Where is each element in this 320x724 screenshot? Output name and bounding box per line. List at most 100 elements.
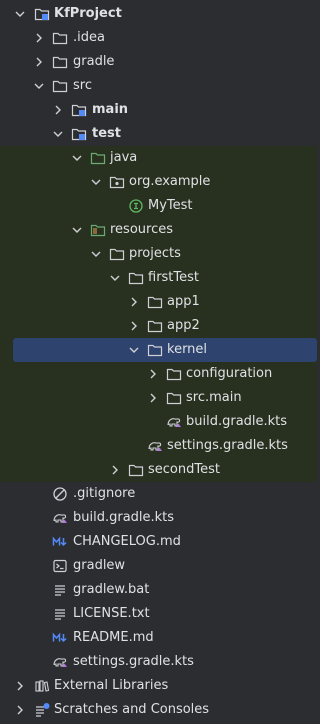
tree-item-gradle[interactable]: gradle — [0, 50, 317, 74]
tree-item-firsttest[interactable]: firstTest — [0, 266, 317, 290]
chevron-right-icon[interactable] — [32, 55, 46, 69]
tree-item-resources[interactable]: resources — [0, 218, 317, 242]
tree-item-label: MyTest — [148, 198, 193, 213]
tree-item-label: settings.gradle.kts — [73, 654, 194, 669]
tree-item-projects[interactable]: projects — [0, 242, 317, 266]
test-sources-folder-icon — [90, 150, 106, 166]
chevron-right-icon[interactable] — [146, 367, 160, 381]
project-tree: KfProject .idea gradle src main test jav… — [0, 0, 317, 724]
tree-item-label: .idea — [73, 30, 105, 45]
scratches-icon — [34, 702, 50, 718]
tree-item-label: External Libraries — [54, 678, 169, 693]
chevron-down-icon[interactable] — [127, 343, 141, 357]
folder-icon — [166, 366, 182, 382]
tree-item-test[interactable]: test — [0, 122, 317, 146]
gradle-icon — [147, 438, 163, 454]
tree-item-idea[interactable]: .idea — [0, 26, 317, 50]
folder-icon — [109, 246, 125, 262]
chevron-down-icon[interactable] — [70, 223, 84, 237]
tree-item-src-main[interactable]: src.main — [0, 386, 317, 410]
folder-icon — [128, 270, 144, 286]
tree-item-app2[interactable]: app2 — [0, 314, 317, 338]
chevron-down-icon[interactable] — [89, 247, 103, 261]
text-file-icon — [52, 606, 68, 622]
tree-item-label: projects — [129, 246, 181, 261]
folder-icon — [147, 342, 163, 358]
gradle-icon — [52, 510, 68, 526]
tree-item-label: .gitignore — [73, 486, 136, 501]
chevron-down-icon[interactable] — [89, 175, 103, 189]
tree-item-license[interactable]: LICENSE.txt — [0, 602, 317, 626]
chevron-down-icon[interactable] — [32, 79, 46, 93]
tree-item-gitignore[interactable]: .gitignore — [0, 482, 317, 506]
tree-item-label: src.main — [186, 390, 242, 405]
package-icon — [109, 174, 125, 190]
tree-item-gradlew[interactable]: gradlew — [0, 554, 317, 578]
chevron-right-icon[interactable] — [51, 103, 65, 117]
tree-item-label: configuration — [186, 366, 273, 381]
tree-item-label: main — [92, 102, 129, 117]
terminal-file-icon — [52, 558, 68, 574]
folder-icon — [147, 294, 163, 310]
tree-item-secondtest[interactable]: secondTest — [0, 458, 317, 482]
tree-item-label: gradlew — [73, 558, 126, 573]
text-file-icon — [52, 582, 68, 598]
folder-icon — [52, 54, 68, 70]
tree-item-label: build.gradle.kts — [73, 510, 175, 525]
tree-item-main[interactable]: main — [0, 98, 317, 122]
tree-item-label: gradle — [73, 54, 115, 69]
tree-item-build-gradle-kts-root[interactable]: build.gradle.kts — [0, 506, 317, 530]
tree-item-label: src — [73, 78, 92, 93]
tree-item-java[interactable]: java — [0, 146, 317, 170]
chevron-down-icon[interactable] — [108, 271, 122, 285]
chevron-right-icon[interactable] — [32, 31, 46, 45]
markdown-icon — [52, 630, 68, 646]
tree-item-label: KfProject — [54, 6, 122, 21]
chevron-down-icon[interactable] — [13, 7, 27, 21]
tree-item-settings-gradle-kts-root[interactable]: settings.gradle.kts — [0, 650, 317, 674]
folder-icon — [128, 462, 144, 478]
folder-icon — [52, 30, 68, 46]
tree-item-label: settings.gradle.kts — [167, 438, 288, 453]
tree-item-kfproject[interactable]: KfProject — [0, 2, 317, 26]
chevron-right-icon[interactable] — [146, 391, 160, 405]
tree-item-kernel[interactable]: kernel — [13, 338, 317, 362]
folder-icon — [52, 78, 68, 94]
tree-item-changelog[interactable]: CHANGELOG.md — [0, 530, 317, 554]
tree-item-gradlew-bat[interactable]: gradlew.bat — [0, 578, 317, 602]
tree-item-build-gradle-kts[interactable]: build.gradle.kts — [0, 410, 317, 434]
ignore-file-icon — [52, 486, 68, 502]
chevron-right-icon[interactable] — [127, 295, 141, 309]
tree-item-settings-gradle-kts[interactable]: settings.gradle.kts — [0, 434, 317, 458]
gradle-icon — [166, 414, 182, 430]
tree-item-app1[interactable]: app1 — [0, 290, 317, 314]
tree-item-configuration[interactable]: configuration — [0, 362, 317, 386]
chevron-right-icon[interactable] — [108, 463, 122, 477]
module-folder-icon — [71, 102, 87, 118]
tree-item-label: java — [110, 150, 138, 165]
tree-item-label: gradlew.bat — [73, 582, 150, 597]
chevron-right-icon[interactable] — [127, 319, 141, 333]
tree-item-label: build.gradle.kts — [186, 414, 288, 429]
library-icon — [34, 678, 50, 694]
chevron-right-icon[interactable] — [13, 679, 27, 693]
tree-item-src[interactable]: src — [0, 74, 317, 98]
tree-item-label: secondTest — [148, 462, 220, 477]
tree-item-mytest[interactable]: MyTest — [0, 194, 317, 218]
module-folder-icon — [34, 6, 50, 22]
tree-item-label: LICENSE.txt — [73, 606, 150, 621]
gradle-icon — [52, 654, 68, 670]
tree-item-label: org.example — [129, 174, 211, 189]
tree-item-scratches-and-consoles[interactable]: Scratches and Consoles — [0, 698, 317, 722]
tree-item-external-libraries[interactable]: External Libraries — [0, 674, 317, 698]
tree-item-label: kernel — [167, 342, 208, 357]
tree-item-label: README.md — [73, 630, 154, 645]
chevron-right-icon[interactable] — [13, 703, 27, 717]
folder-icon — [147, 318, 163, 334]
chevron-down-icon[interactable] — [51, 127, 65, 141]
tree-item-org-example[interactable]: org.example — [0, 170, 317, 194]
tree-item-readme[interactable]: README.md — [0, 626, 317, 650]
chevron-down-icon[interactable] — [70, 151, 84, 165]
tree-item-label: app2 — [167, 318, 200, 333]
markdown-icon — [52, 534, 68, 550]
